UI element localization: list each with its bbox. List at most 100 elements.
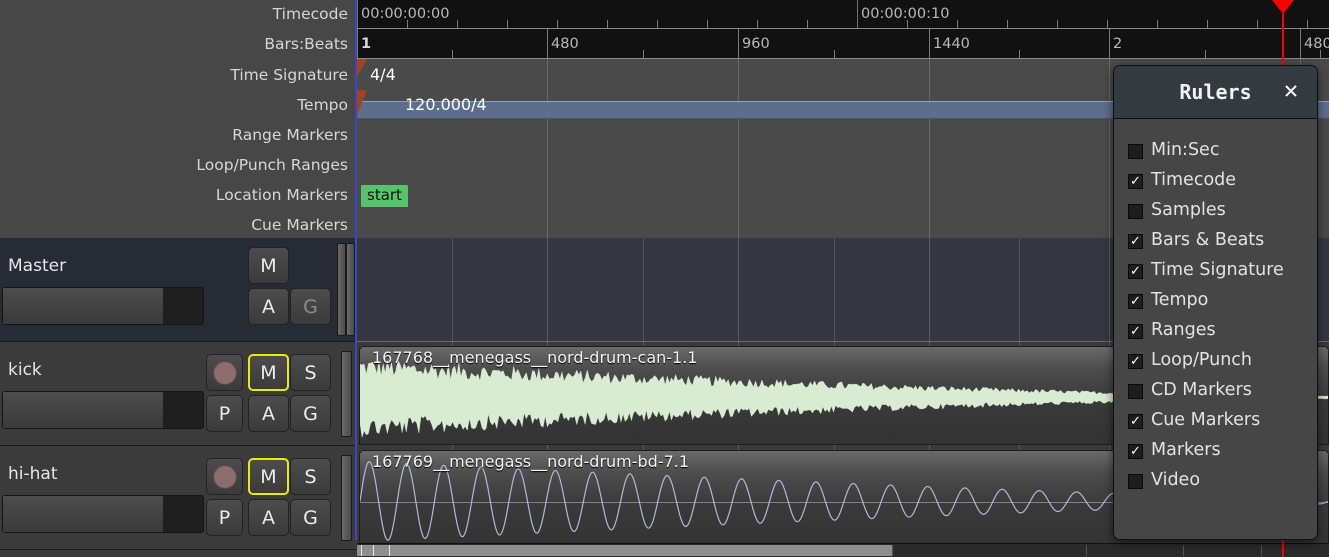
ruler-option-ranges[interactable]: Ranges	[1128, 316, 1216, 346]
ruler-gridline	[1109, 210, 1110, 238]
mute-button[interactable]: M	[248, 458, 289, 495]
checkbox-checked-icon[interactable]	[1128, 263, 1143, 279]
checkbox-checked-icon[interactable]	[1128, 173, 1143, 189]
ruler-label-loop-punch-ranges[interactable]: Loop/Punch Ranges	[196, 157, 348, 174]
solo-button[interactable]: S	[290, 458, 331, 495]
automation-button[interactable]: A	[248, 395, 289, 432]
ruler-option-time-signature[interactable]: Time Signature	[1128, 256, 1284, 286]
timecode-major-tick	[357, 0, 358, 29]
checkbox-unchecked-icon[interactable]	[1128, 473, 1143, 489]
ruler-gridline	[547, 180, 548, 210]
ruler-gridline	[929, 180, 930, 210]
ruler-gridline	[1109, 59, 1110, 90]
ruler-gridline	[738, 150, 739, 180]
checkbox-unchecked-icon[interactable]	[1128, 143, 1143, 159]
timecode-major-tick	[857, 0, 858, 29]
fader-track	[163, 288, 203, 324]
ruler-gridline	[547, 120, 548, 150]
ruler-option-label: Markers	[1151, 440, 1221, 461]
location-marker[interactable]: start	[361, 185, 408, 207]
time-signature-value[interactable]: 4/4	[370, 67, 396, 83]
ruler-gridline	[929, 120, 930, 150]
checkbox-checked-icon[interactable]	[1128, 293, 1143, 309]
ruler-option-label: Cue Markers	[1151, 410, 1261, 431]
canvas-subgridline	[643, 238, 644, 341]
ruler-option-label: Min:Sec	[1151, 140, 1220, 161]
track-header-hi-hat[interactable]: hi-hat M S P A G	[0, 446, 357, 550]
playlist-button[interactable]: P	[206, 499, 243, 536]
timecode-ruler[interactable]: 00:00:00:00 00:00:00:10	[357, 0, 1329, 29]
bar-tick-label: 480	[1304, 36, 1329, 52]
ruler-label-time-signature[interactable]: Time Signature	[230, 67, 348, 84]
checkbox-checked-icon[interactable]	[1128, 233, 1143, 249]
group-button[interactable]: G	[290, 288, 331, 325]
ruler-option-label: Loop/Punch	[1151, 350, 1253, 371]
bar-tick-label: 1440	[933, 36, 970, 52]
canvas-subgridline	[1019, 238, 1020, 341]
ruler-option-loop-punch[interactable]: Loop/Punch	[1128, 346, 1252, 376]
canvas-gridline	[738, 238, 739, 341]
mute-button[interactable]: M	[248, 354, 289, 391]
dialog-titlebar[interactable]: Rulers ✕	[1114, 66, 1317, 119]
playhead-marker-icon[interactable]	[1272, 0, 1294, 14]
ruler-option-cd-markers[interactable]: CD Markers	[1128, 376, 1252, 406]
fader-fill	[3, 288, 163, 324]
record-arm-button[interactable]	[206, 458, 243, 495]
ruler-label-bars-beats[interactable]: Bars:Beats	[264, 36, 348, 53]
track-name[interactable]: Master	[8, 258, 66, 275]
gain-fader[interactable]	[2, 391, 204, 429]
ruler-label-tempo[interactable]: Tempo	[297, 97, 348, 114]
track-size-handle[interactable]	[341, 351, 352, 437]
mute-button[interactable]: M	[248, 247, 289, 284]
bar-tick-label: 2	[1113, 36, 1123, 52]
tempo-marker-icon[interactable]	[357, 90, 367, 116]
checkbox-unchecked-icon[interactable]	[1128, 203, 1143, 219]
region-name: 167769__menegass__nord-drum-bd-7.1	[372, 452, 690, 471]
checkbox-checked-icon[interactable]	[1128, 443, 1143, 459]
bar-major-tick	[547, 29, 548, 59]
ruler-option-tempo[interactable]: Tempo	[1128, 286, 1208, 316]
checkbox-checked-icon[interactable]	[1128, 323, 1143, 339]
ruler-label-location-markers[interactable]: Location Markers	[216, 187, 348, 204]
solo-button[interactable]: S	[290, 354, 331, 391]
ruler-gridline	[929, 210, 930, 238]
ruler-option-label: Time Signature	[1151, 260, 1284, 281]
track-size-handle[interactable]	[337, 243, 346, 336]
track-name[interactable]: hi-hat	[8, 466, 58, 483]
playlist-button[interactable]: P	[206, 395, 243, 432]
gain-fader[interactable]	[2, 287, 204, 325]
group-button[interactable]: G	[290, 499, 331, 536]
record-arm-button[interactable]	[206, 354, 243, 391]
ruler-label-range-markers[interactable]: Range Markers	[232, 127, 348, 144]
track-size-handle-2[interactable]	[346, 243, 355, 336]
close-icon[interactable]: ✕	[1278, 77, 1304, 103]
ruler-option-video[interactable]: Video	[1128, 466, 1200, 496]
checkbox-checked-icon[interactable]	[1128, 353, 1143, 369]
ruler-option-samples[interactable]: Samples	[1128, 196, 1226, 226]
checkbox-checked-icon[interactable]	[1128, 413, 1143, 429]
time-signature-marker-icon[interactable]	[357, 59, 367, 77]
group-button[interactable]: G	[290, 395, 331, 432]
track-header-kick[interactable]: kick M S P A G	[0, 342, 357, 446]
bar-major-tick	[738, 29, 739, 59]
bars-beats-ruler[interactable]: 1 480 960 1440 2 480	[357, 29, 1329, 59]
checkbox-unchecked-icon[interactable]	[1128, 383, 1143, 399]
edit-point-line	[355, 0, 357, 540]
track-size-handle[interactable]	[341, 455, 352, 541]
gain-fader[interactable]	[2, 495, 204, 533]
track-name[interactable]: kick	[8, 362, 42, 379]
tempo-value[interactable]: 120.000/4	[405, 97, 487, 113]
ruler-option-min-sec[interactable]: Min:Sec	[1128, 136, 1219, 166]
track-header-master[interactable]: Master M A G	[0, 238, 357, 342]
ruler-label-timecode[interactable]: Timecode	[273, 6, 348, 23]
bar-tick-label: 1	[361, 36, 372, 52]
ruler-label-cue-markers[interactable]: Cue Markers	[251, 217, 348, 234]
ruler-option-bars-beats[interactable]: Bars & Beats	[1128, 226, 1264, 256]
ruler-option-markers[interactable]: Markers	[1128, 436, 1221, 466]
bar-tick-label: 960	[742, 36, 770, 52]
ruler-option-cue-markers[interactable]: Cue Markers	[1128, 406, 1260, 436]
automation-button[interactable]: A	[248, 499, 289, 536]
fader-track	[163, 392, 203, 428]
ruler-option-timecode[interactable]: Timecode	[1128, 166, 1236, 196]
automation-button[interactable]: A	[248, 288, 289, 325]
